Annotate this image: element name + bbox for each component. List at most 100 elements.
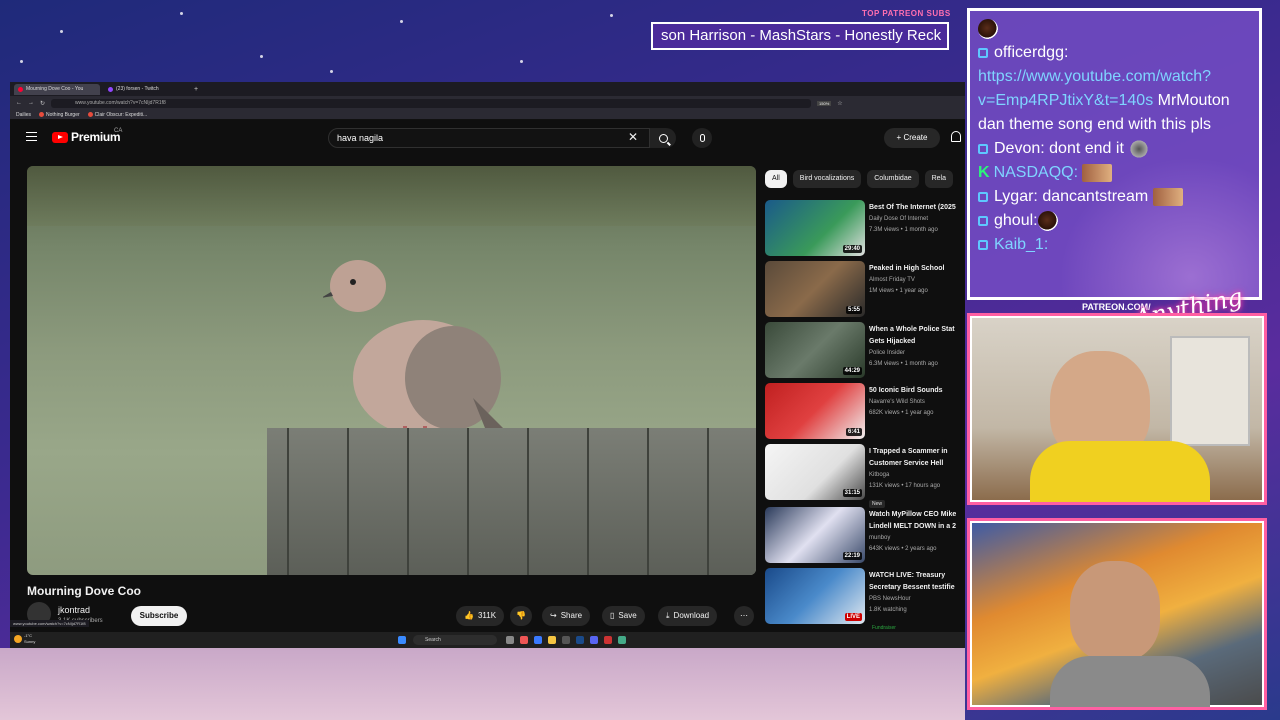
- search-button[interactable]: [650, 128, 676, 148]
- tab-label: (23) forsen - Twitch: [116, 86, 159, 92]
- download-button[interactable]: ⤓ Download: [658, 606, 718, 626]
- rec-channel: Almost Friday TV: [869, 277, 915, 283]
- firefox-icon[interactable]: [520, 636, 528, 644]
- chip-related[interactable]: Rela: [924, 170, 954, 188]
- steam-icon[interactable]: [576, 636, 584, 644]
- back-icon[interactable]: ←: [16, 100, 22, 106]
- share-button[interactable]: ↪ Share: [542, 606, 591, 626]
- create-button[interactable]: + Create: [884, 128, 940, 148]
- subscribe-button[interactable]: Subscribe: [131, 606, 187, 626]
- recommendation-item[interactable]: LIVE WATCH LIVE: Treasury Secretary Besse…: [765, 568, 965, 631]
- rec-info: 1M views • 1 year ago: [869, 288, 928, 294]
- tab-bar: Mourning Dove Coo - You (23) forsen - Tw…: [10, 82, 965, 96]
- task-view-icon[interactable]: [506, 636, 514, 644]
- recommendation-item[interactable]: 22:19 Watch MyPillow CEO Mike Lindell MEL…: [765, 507, 965, 565]
- more-actions-button[interactable]: ⋯: [734, 606, 754, 626]
- chrome-icon[interactable]: [618, 636, 626, 644]
- youtube-play-icon: [52, 131, 68, 143]
- forward-icon[interactable]: →: [28, 100, 34, 106]
- youtube-header: Premium CA hava nagila ✕ + Create: [10, 120, 965, 154]
- obs-icon[interactable]: [604, 636, 612, 644]
- chat-link[interactable]: https://www.youtube.com/watch?: [978, 65, 1251, 89]
- voice-search-button[interactable]: [692, 128, 712, 148]
- rec-channel: munboy: [869, 535, 891, 541]
- menu-icon[interactable]: [26, 132, 37, 141]
- share-icon: ↪: [550, 611, 557, 620]
- rec-title: Watch MyPillow CEO Mike: [869, 511, 957, 518]
- browser-window: Mourning Dove Coo - You (23) forsen - Tw…: [10, 82, 965, 648]
- bookmark-item[interactable]: Clair Obscur: Expediti...: [87, 112, 147, 118]
- bookmark-star-icon[interactable]: ☆: [837, 100, 842, 107]
- duration-badge: 6:41: [845, 428, 862, 436]
- filter-chips: All Bird vocalizations Columbidae Rela: [765, 170, 954, 188]
- badge-icon: [978, 47, 988, 58]
- clear-search-icon[interactable]: ✕: [628, 130, 638, 144]
- chip-bird-vocalizations[interactable]: Bird vocalizations: [792, 170, 862, 188]
- channel-name[interactable]: jkontrad: [58, 605, 90, 615]
- duration-badge: 5:55: [845, 306, 862, 314]
- video-thumbnail: 22:19: [765, 507, 865, 563]
- recommendation-item[interactable]: 6:41 50 Iconic Bird Sounds Navarre's Wild…: [765, 383, 965, 441]
- bookmarks-bar: Dailies Nothing Burger Clair Obscur: Exp…: [10, 110, 965, 120]
- rec-info: 1.8K watching: [869, 607, 907, 613]
- rec-title: WATCH LIVE: Treasury: [869, 572, 946, 579]
- duration-badge: 31:15: [842, 489, 862, 497]
- bookmark-icon: [39, 111, 45, 117]
- video-thumbnail: LIVE: [765, 568, 865, 624]
- top-patreon-subs-label: TOP PATREON SUBS: [862, 9, 951, 18]
- chip-all[interactable]: All: [765, 170, 787, 188]
- rec-channel: Navarre's Wild Shots: [869, 399, 925, 405]
- tab-youtube[interactable]: Mourning Dove Coo - You: [14, 83, 100, 95]
- thumbs-up-icon: 👍: [464, 611, 474, 620]
- dislike-button[interactable]: 👎: [510, 606, 532, 626]
- video-thumbnail: 31:15: [765, 444, 865, 500]
- k-badge-icon: K: [978, 164, 990, 181]
- dresser-image: [1170, 336, 1250, 446]
- youtube-favicon-icon: [18, 86, 23, 92]
- discord-icon[interactable]: [590, 636, 598, 644]
- chat-message: ghoul:: [978, 209, 1251, 233]
- patreon-ticker: son Harrison - MashStars - Honestly Reck: [651, 22, 949, 50]
- taskbar-search[interactable]: Search: [413, 635, 497, 645]
- youtube-logo[interactable]: Premium: [52, 130, 121, 144]
- address-bar[interactable]: www.youtube.com/watch?v=7cNIjd7R1f8: [51, 98, 812, 108]
- recommendation-item[interactable]: 44:29 When a Whole Police Stat Gets Hijac…: [765, 322, 965, 380]
- webcam-top: [967, 313, 1267, 505]
- microphone-icon: [699, 134, 705, 142]
- emote-icon: [1082, 163, 1113, 182]
- notifications-bell-icon[interactable]: [951, 131, 961, 142]
- reload-icon[interactable]: ↻: [40, 100, 45, 107]
- rec-info: 6.3M views • 1 month ago: [869, 361, 938, 367]
- recommendation-item[interactable]: 29:40 Best Of The Internet (2025 Daily Do…: [765, 200, 965, 258]
- rec-title: 50 Iconic Bird Sounds: [869, 387, 943, 394]
- desk-background: [0, 648, 965, 720]
- video-thumbnail: 29:40: [765, 200, 865, 256]
- zoom-indicator[interactable]: 150%: [817, 100, 832, 106]
- save-button[interactable]: ▯ Save: [602, 606, 645, 626]
- chip-columbidae[interactable]: Columbidae: [867, 170, 919, 188]
- new-tab-button[interactable]: +: [194, 86, 198, 93]
- app-icon[interactable]: [562, 636, 570, 644]
- file-explorer-icon[interactable]: [548, 636, 556, 644]
- bookmark-item[interactable]: Dailies: [16, 112, 31, 118]
- bookmark-item[interactable]: Nothing Burger: [39, 112, 80, 118]
- rec-info: 131K views • 17 hours ago: [869, 483, 941, 489]
- search-input[interactable]: hava nagila: [328, 128, 650, 148]
- video-thumbnail: 5:55: [765, 261, 865, 317]
- yellow-shirt-image: [1030, 441, 1210, 502]
- tab-twitch[interactable]: (23) forsen - Twitch: [104, 84, 190, 95]
- video-player[interactable]: [27, 166, 756, 575]
- chat-message: dan theme song end with this pls: [978, 116, 1212, 133]
- recommendation-item[interactable]: 31:15 I Trapped a Scammer in Customer Ser…: [765, 444, 965, 508]
- browser-icon[interactable]: [534, 636, 542, 644]
- badge-icon: [978, 191, 988, 202]
- windows-start-icon[interactable]: [398, 636, 406, 644]
- badge-icon: [978, 215, 988, 226]
- weather-widget[interactable]: -1°C Sunny: [14, 633, 35, 645]
- like-button[interactable]: 👍 311K: [456, 606, 505, 626]
- recommendation-item[interactable]: 5:55 Peaked in High School Almost Friday …: [765, 261, 965, 319]
- duration-badge: 29:40: [842, 245, 862, 253]
- tab-label: Mourning Dove Coo - You: [26, 86, 84, 92]
- chat-message: [978, 17, 1251, 41]
- duration-badge: 44:29: [842, 367, 862, 375]
